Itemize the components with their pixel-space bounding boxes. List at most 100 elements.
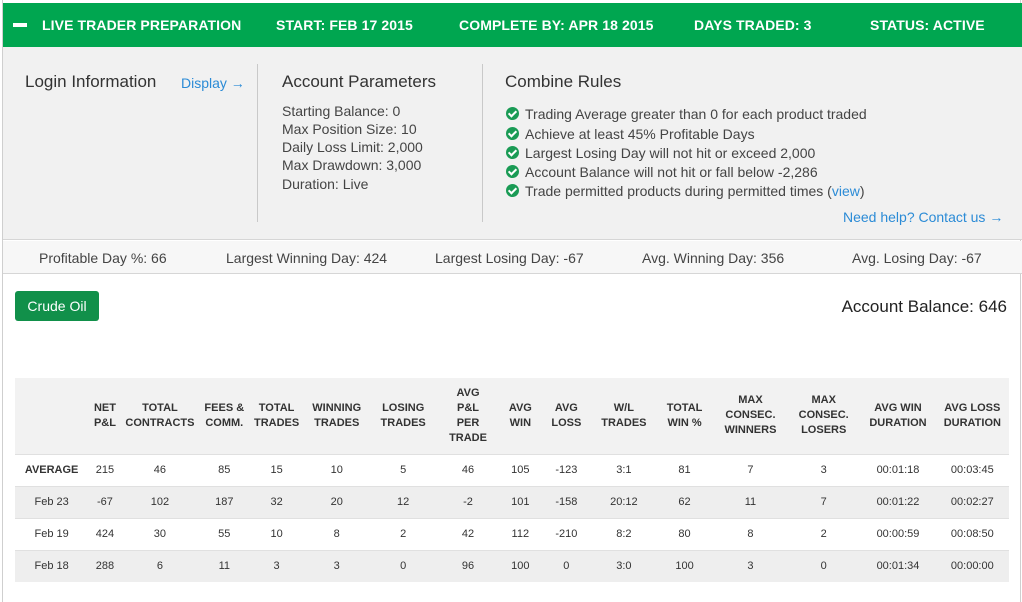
column-header: AVG WIN DURATION <box>860 378 936 454</box>
trading-table: NET P&L TOTAL CONTRACTS FEES & COMM. TOTAL TRAD… <box>15 378 1009 582</box>
param-max-drawdown: Max Drawdown: 3,000 <box>282 157 422 173</box>
column-header: AVG LOSS DURATION <box>935 378 1009 454</box>
param-daily-loss-limit: Daily Loss Limit: 2,000 <box>282 139 423 155</box>
check-icon <box>506 165 519 178</box>
table-cell: 00:00:59 <box>860 517 936 550</box>
column-header: AVG LOSS <box>540 378 593 454</box>
column-header: NET P&L <box>88 378 122 454</box>
table-cell: 100 <box>500 549 541 582</box>
table-cell: 6 <box>121 549 199 582</box>
table-cell: 7 <box>713 453 788 486</box>
table-cell: 10 <box>250 517 303 550</box>
table-cell: 00:01:22 <box>860 485 936 518</box>
table-cell: 55 <box>198 517 251 550</box>
rule-item: Achieve at least 45% Profitable Days <box>506 126 755 144</box>
param-duration: Duration: Live <box>282 176 369 192</box>
table-row: AVERAGE 215 46 85 15 10 5 46 105 -123 3:1 81 7 3 00:01… <box>15 453 1009 486</box>
table-cell: 85 <box>198 453 251 486</box>
column-header: W/L TRADES <box>592 378 656 454</box>
table-cell: 288 <box>88 549 122 582</box>
column-header: TOTAL WIN % <box>655 378 714 454</box>
table-cell: 62 <box>655 485 714 518</box>
table-cell: 80 <box>655 517 714 550</box>
account-parameters-title: Account Parameters <box>282 72 437 91</box>
table-cell: 0 <box>787 549 861 582</box>
table-cell: 102 <box>121 485 199 518</box>
table-cell: 00:01:34 <box>860 549 936 582</box>
table-cell: 215 <box>88 453 122 486</box>
column-header: FEES & COMM. <box>198 378 251 454</box>
stat-profitable-day: Profitable Day %: 66 <box>39 250 167 266</box>
table-cell: -210 <box>540 517 593 550</box>
column-header <box>15 378 89 454</box>
table-row: Feb 19 424 30 55 10 8 2 42 112 -210 8:2 80 8 2 00:00:5… <box>15 517 1009 550</box>
column-header: LOSING TRADES <box>370 378 436 454</box>
help-contact-link[interactable]: Need help? Contact us → <box>843 209 1003 225</box>
check-icon <box>506 184 519 197</box>
table-cell: 10 <box>302 453 371 486</box>
column-header: TOTAL TRADES <box>250 378 303 454</box>
table-row: Feb 18 288 6 11 3 3 0 96 100 0 3:0 100 3 0 00:01:34 00:… <box>15 549 1009 582</box>
display-link[interactable]: Display → <box>181 75 245 91</box>
table-cell: 2 <box>370 517 436 550</box>
table-cell: 00:08:50 <box>935 517 1009 550</box>
account-balance: Account Balance: 646 <box>841 297 1007 316</box>
table-row: Feb 23 -67 102 187 32 20 12 -2 101 -158 20:12 62 11 7… <box>15 485 1009 518</box>
live-trader-panel: LIVE TRADER PREPARATION START: FEB 17 20… <box>2 0 1022 602</box>
divider <box>257 64 258 222</box>
table-cell: 81 <box>655 453 714 486</box>
table-cell: 96 <box>435 549 501 582</box>
table-cell: 32 <box>250 485 303 518</box>
param-starting-balance: Starting Balance: 0 <box>282 103 401 119</box>
collapse-icon[interactable] <box>13 23 27 27</box>
table-cell: 100 <box>655 549 714 582</box>
table-cell: 3 <box>302 549 371 582</box>
table-cell: 42 <box>435 517 501 550</box>
table-cell: 3:1 <box>592 453 656 486</box>
column-header: MAX CONSEC. WINNERS <box>713 378 788 454</box>
stats-bar: Profitable Day %: 66 Largest Winning Day… <box>3 241 1022 274</box>
combine-rules-title: Combine Rules <box>505 72 622 91</box>
check-icon <box>506 107 519 120</box>
start-date: START: FEB 17 2015 <box>276 17 413 33</box>
table-cell: 2 <box>787 517 861 550</box>
table-cell: 20 <box>302 485 371 518</box>
header-bar: LIVE TRADER PREPARATION START: FEB 17 20… <box>3 3 1022 47</box>
header-title: LIVE TRADER PREPARATION <box>42 17 242 33</box>
complete-by-date: COMPLETE BY: APR 18 2015 <box>459 17 654 33</box>
row-label: Feb 18 <box>15 549 89 582</box>
status: STATUS: ACTIVE <box>870 17 985 33</box>
rule-item: Account Balance will not hit or fall bel… <box>506 164 818 182</box>
table-cell: 8:2 <box>592 517 656 550</box>
table-cell: 3 <box>713 549 788 582</box>
table-cell: -2 <box>435 485 501 518</box>
table-cell: -123 <box>540 453 593 486</box>
stat-largest-losing-day: Largest Losing Day: -67 <box>435 250 584 266</box>
crude-oil-button[interactable]: Crude Oil <box>15 291 99 321</box>
table-cell: 15 <box>250 453 303 486</box>
table-cell: -158 <box>540 485 593 518</box>
row-label: Feb 19 <box>15 517 89 550</box>
table-cell: 00:03:45 <box>935 453 1009 486</box>
table-cell: 00:00:00 <box>935 549 1009 582</box>
table-cell: 11 <box>198 549 251 582</box>
param-max-position: Max Position Size: 10 <box>282 121 417 137</box>
table-cell: 187 <box>198 485 251 518</box>
table-cell: 20:12 <box>592 485 656 518</box>
column-header: MAX CONSEC. LOSERS <box>787 378 861 454</box>
table-cell: 3 <box>250 549 303 582</box>
rule-item: Largest Losing Day will not hit or excee… <box>506 145 815 163</box>
days-traded: DAYS TRADED: 3 <box>694 17 812 33</box>
table-cell: 112 <box>500 517 541 550</box>
check-icon <box>506 127 519 140</box>
table-cell: 12 <box>370 485 436 518</box>
table-cell: 30 <box>121 517 199 550</box>
check-icon <box>506 146 519 159</box>
table-cell: 00:02:27 <box>935 485 1009 518</box>
stat-avg-winning-day: Avg. Winning Day: 356 <box>642 250 785 266</box>
view-link[interactable]: view <box>832 183 860 199</box>
column-header: AVG WIN <box>500 378 541 454</box>
table-cell: 11 <box>713 485 788 518</box>
table-cell: 5 <box>370 453 436 486</box>
column-header: WINNING TRADES <box>302 378 371 454</box>
